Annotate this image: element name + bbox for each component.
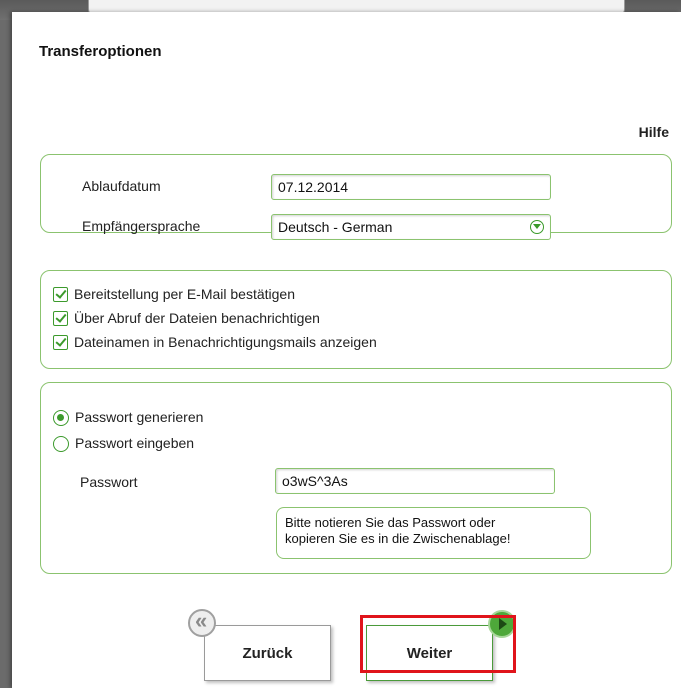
- enter-password-label: Passwort eingeben: [75, 435, 195, 451]
- password-value: o3wS^3As: [282, 473, 348, 489]
- confirm-email-checkbox[interactable]: [53, 287, 68, 302]
- help-link[interactable]: Hilfe: [639, 124, 669, 140]
- password-hint: Bitte notieren Sie das Passwort oder kop…: [276, 507, 591, 559]
- password-hint-line1: Bitte notieren Sie das Passwort oder: [285, 515, 496, 530]
- generate-password-label: Passwort generieren: [75, 409, 204, 425]
- expiry-date-label: Ablaufdatum: [82, 178, 161, 194]
- show-filenames-checkbox[interactable]: [53, 335, 68, 350]
- recipient-language-value: Deutsch - German: [278, 219, 393, 235]
- password-hint-line2: kopieren Sie es in die Zwischenablage!: [285, 531, 511, 546]
- expiry-date-field[interactable]: 07.12.2014: [271, 174, 551, 200]
- recipient-language-label: Empfängersprache: [82, 218, 201, 234]
- generate-password-radio[interactable]: [53, 410, 69, 426]
- expiry-date-value: 07.12.2014: [278, 179, 349, 195]
- enter-password-radio[interactable]: [53, 436, 69, 452]
- back-arrow-icon[interactable]: [188, 608, 216, 637]
- transfer-options-dialog: Transferoptionen Hilfe Ablaufdatum 07.12…: [12, 12, 681, 688]
- dialog-title: Transferoptionen: [39, 43, 162, 60]
- password-label: Passwort: [80, 474, 138, 490]
- notify-download-label: Über Abruf der Dateien benachrichtigen: [74, 310, 320, 326]
- recipient-language-select[interactable]: Deutsch - German: [271, 214, 551, 240]
- notify-download-checkbox[interactable]: [53, 311, 68, 326]
- confirm-email-label: Bereitstellung per E-Mail bestätigen: [74, 286, 296, 302]
- back-button-label: Zurück: [242, 644, 293, 662]
- back-button[interactable]: Zurück: [204, 625, 331, 681]
- password-field[interactable]: o3wS^3As: [275, 468, 555, 494]
- show-filenames-label: Dateinamen in Benachrichtigungsmails anz…: [74, 334, 377, 350]
- next-button-highlight: [360, 615, 516, 673]
- chevron-down-icon: [530, 220, 544, 234]
